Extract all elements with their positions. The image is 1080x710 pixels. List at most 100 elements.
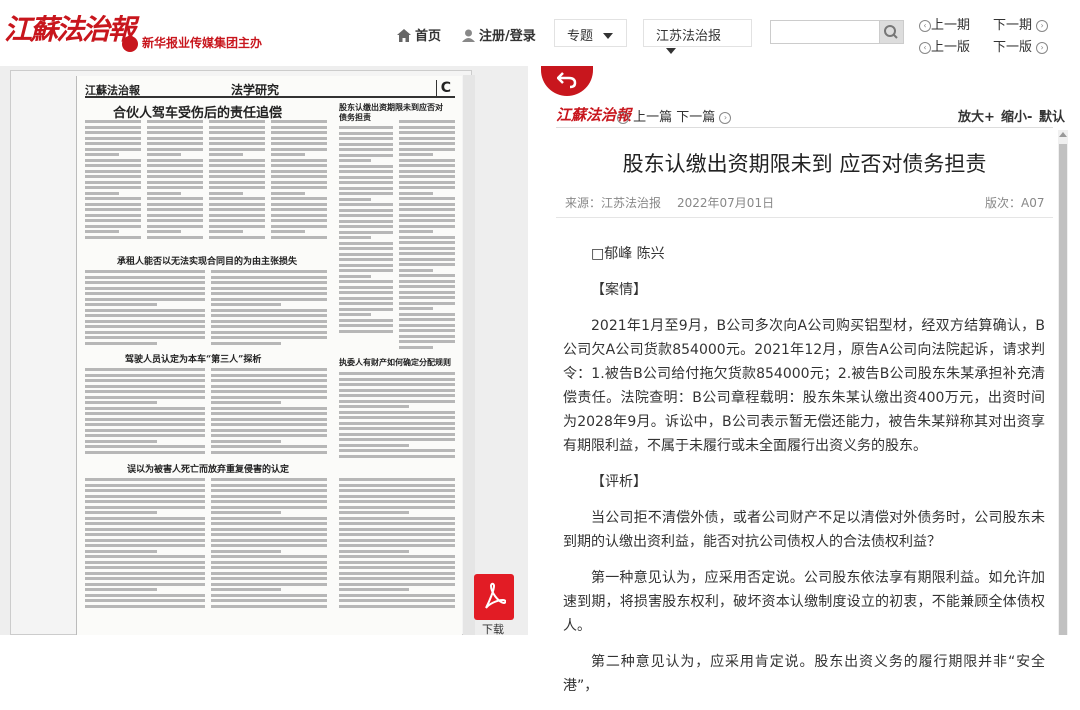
text-line xyxy=(147,191,181,195)
back-button[interactable] xyxy=(541,66,593,96)
text-line xyxy=(209,180,265,184)
text-line xyxy=(147,131,203,134)
text-line xyxy=(339,377,455,381)
text-line xyxy=(211,275,327,279)
paper-dropdown[interactable]: 江苏法治报 xyxy=(643,19,752,54)
publisher-label: 新华报业传媒集团主办 xyxy=(142,36,263,50)
text-line xyxy=(399,323,455,327)
page-edge xyxy=(463,75,475,635)
text-line xyxy=(399,208,455,211)
text-line xyxy=(339,258,393,261)
text-line xyxy=(85,235,141,239)
text-line xyxy=(339,410,455,414)
text-line xyxy=(85,180,141,184)
text-line xyxy=(339,511,409,514)
text-line xyxy=(211,412,327,415)
text-line xyxy=(85,401,157,404)
next-article-link[interactable]: 下一篇 xyxy=(676,110,715,125)
text-line xyxy=(147,213,203,217)
prev-issue-link[interactable]: ‹ 上一期 xyxy=(919,14,970,33)
pdf-icon xyxy=(485,582,506,609)
search-button[interactable] xyxy=(880,20,904,44)
text-line xyxy=(339,416,455,419)
text-line xyxy=(147,175,203,178)
text-line xyxy=(211,604,327,608)
text-line xyxy=(211,571,327,575)
text-line xyxy=(85,390,205,393)
section-heading: 【案情】 xyxy=(591,282,647,298)
text-line xyxy=(399,153,433,156)
next-issue-link[interactable]: 下一期 › xyxy=(993,14,1049,33)
text-line xyxy=(211,489,327,492)
text-line xyxy=(339,208,393,212)
text-column xyxy=(209,120,265,241)
text-line xyxy=(211,330,327,334)
text-line xyxy=(147,208,203,211)
text-line xyxy=(211,341,281,345)
chevron-right-icon[interactable]: › xyxy=(719,112,732,124)
text-line xyxy=(85,588,157,591)
text-line xyxy=(85,219,141,222)
text-line xyxy=(209,208,265,211)
prev-article-link[interactable]: 上一篇 xyxy=(633,110,672,125)
headline-area[interactable]: 合伙人驾车受伤后的责任追偿 xyxy=(113,102,282,121)
text-line xyxy=(339,230,393,234)
chevron-left-icon[interactable]: ‹ xyxy=(617,112,629,124)
text-line xyxy=(209,213,265,217)
page-section-name: 法学研究 xyxy=(231,83,280,97)
article-paragraph: 第二种意见认为，应采用肯定说。股东出资义务的履行期限并非“安全港”， xyxy=(563,654,1045,694)
text-line xyxy=(399,318,455,321)
headline-area[interactable]: 驾驶人员认定为本车“第三人”探析 xyxy=(125,352,261,365)
text-line xyxy=(339,555,455,558)
text-line xyxy=(399,268,433,272)
text-line xyxy=(147,219,203,222)
text-line xyxy=(339,489,455,492)
text-line xyxy=(339,291,393,294)
search-input[interactable] xyxy=(770,20,880,44)
text-line xyxy=(147,197,203,200)
login-link[interactable]: 注册/登录 xyxy=(462,25,536,44)
zoom-out-button[interactable]: 缩小- xyxy=(1001,106,1032,125)
topic-dropdown[interactable]: 专题 xyxy=(554,19,627,47)
text-line xyxy=(339,522,455,525)
text-line xyxy=(211,319,327,323)
text-line xyxy=(147,224,203,228)
scrollbar-thumb[interactable] xyxy=(1059,144,1067,635)
next-page-link[interactable]: 下一版 › xyxy=(993,36,1049,55)
text-line xyxy=(339,372,455,375)
text-column xyxy=(339,478,455,610)
prev-page-link[interactable]: ‹ 上一版 xyxy=(919,36,970,55)
site-logo[interactable]: 江蘇法治報 xyxy=(4,8,136,48)
headline-area[interactable]: 误以为被害人死亡而放弃重复侵害的认定 xyxy=(127,462,289,475)
text-line xyxy=(85,175,141,178)
text-line xyxy=(85,281,205,284)
text-line xyxy=(211,390,327,393)
text-line xyxy=(339,516,455,520)
text-line xyxy=(339,296,393,300)
zoom-in-button[interactable]: 放大+ xyxy=(958,106,995,125)
text-line xyxy=(399,213,455,217)
text-line xyxy=(399,312,455,316)
text-line xyxy=(85,120,141,123)
text-line xyxy=(211,588,281,591)
text-line xyxy=(339,307,393,311)
text-line xyxy=(339,269,393,272)
newspaper-page-image[interactable]: 江蘇法治報 法学研究 C 合伙人驾车受伤后的责任追偿 股东认缴出资期限未到应否对… xyxy=(76,76,462,635)
headline-area[interactable]: 承租人能否以无法实现合同目的为由主张损失 xyxy=(117,254,297,267)
text-line xyxy=(339,494,455,498)
text-line xyxy=(399,290,455,294)
text-line xyxy=(209,131,265,134)
text-line xyxy=(211,544,327,547)
text-line xyxy=(147,142,203,145)
scroll-up-arrow-icon[interactable] xyxy=(1059,132,1067,137)
text-line xyxy=(85,368,205,371)
home-link[interactable]: 首页 xyxy=(397,25,441,44)
text-line xyxy=(209,120,265,123)
default-size-button[interactable]: 默认 xyxy=(1039,106,1065,125)
headline-area[interactable]: 执委人有财产如何确定分配规则 xyxy=(339,357,451,368)
text-line xyxy=(147,230,181,233)
headline-area[interactable]: 股东认缴出资期限未到应否对债务担责 xyxy=(339,102,449,122)
pdf-download-button[interactable] xyxy=(474,574,514,620)
text-line xyxy=(85,549,157,553)
text-line xyxy=(399,120,455,123)
